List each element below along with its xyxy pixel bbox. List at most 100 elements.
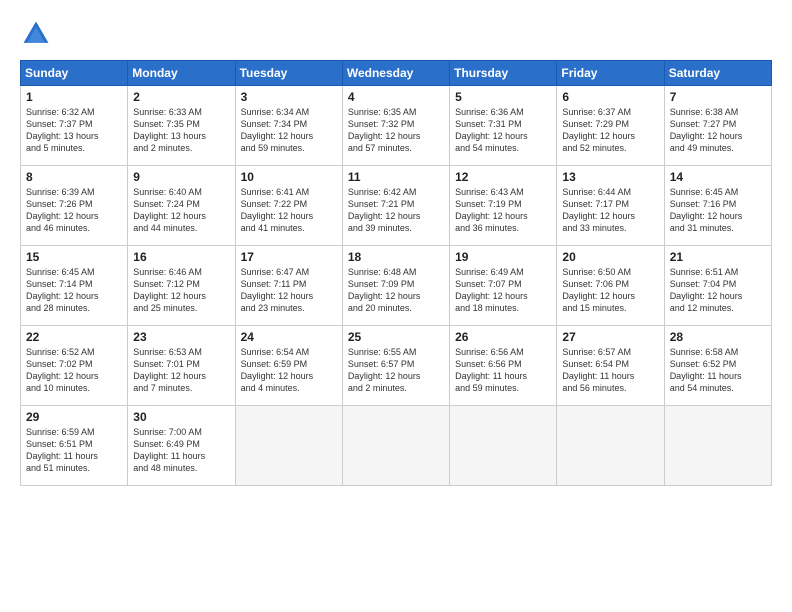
daylight-and: and 49 minutes.: [670, 143, 734, 153]
daylight-label: Daylight: 11 hours: [562, 371, 634, 381]
sunset-label: Sunset: 7:04 PM: [670, 279, 737, 289]
calendar-cell: 20Sunrise: 6:50 AMSunset: 7:06 PMDayligh…: [557, 246, 664, 326]
calendar-cell: [664, 406, 771, 486]
daylight-label: Daylight: 12 hours: [670, 211, 743, 221]
daylight-and: and 52 minutes.: [562, 143, 626, 153]
sunrise-label: Sunrise: 6:39 AM: [26, 187, 95, 197]
day-info: Sunrise: 6:39 AMSunset: 7:26 PMDaylight:…: [26, 186, 122, 235]
calendar-cell: 22Sunrise: 6:52 AMSunset: 7:02 PMDayligh…: [21, 326, 128, 406]
calendar-cell: [450, 406, 557, 486]
day-number: 22: [26, 330, 122, 344]
calendar: SundayMondayTuesdayWednesdayThursdayFrid…: [20, 60, 772, 486]
weekday-header: Thursday: [450, 61, 557, 86]
logo: [20, 18, 56, 50]
day-info: Sunrise: 6:33 AMSunset: 7:35 PMDaylight:…: [133, 106, 229, 155]
sunset-label: Sunset: 6:52 PM: [670, 359, 737, 369]
calendar-cell: 5 Sunrise: 6:36 AMSunset: 7:31 PMDaylight…: [450, 86, 557, 166]
calendar-cell: 29Sunrise: 6:59 AMSunset: 6:51 PMDayligh…: [21, 406, 128, 486]
sunset-label: Sunset: 7:34 PM: [241, 119, 308, 129]
daylight-and: and 57 minutes.: [348, 143, 412, 153]
weekday-header: Tuesday: [235, 61, 342, 86]
sunset-label: Sunset: 7:12 PM: [133, 279, 200, 289]
day-info: Sunrise: 6:50 AMSunset: 7:06 PMDaylight:…: [562, 266, 658, 315]
day-info: Sunrise: 6:49 AMSunset: 7:07 PMDaylight:…: [455, 266, 551, 315]
daylight-and: and 23 minutes.: [241, 303, 305, 313]
daylight-and: and 48 minutes.: [133, 463, 197, 473]
sunset-label: Sunset: 7:29 PM: [562, 119, 629, 129]
day-number: 25: [348, 330, 444, 344]
daylight-and: and 2 minutes.: [348, 383, 407, 393]
calendar-week-row: 22Sunrise: 6:52 AMSunset: 7:02 PMDayligh…: [21, 326, 772, 406]
day-info: Sunrise: 6:42 AMSunset: 7:21 PMDaylight:…: [348, 186, 444, 235]
calendar-cell: 30Sunrise: 7:00 AMSunset: 6:49 PMDayligh…: [128, 406, 235, 486]
day-info: Sunrise: 6:46 AMSunset: 7:12 PMDaylight:…: [133, 266, 229, 315]
daylight-label: Daylight: 12 hours: [26, 211, 99, 221]
daylight-and: and 36 minutes.: [455, 223, 519, 233]
day-info: Sunrise: 6:36 AMSunset: 7:31 PMDaylight:…: [455, 106, 551, 155]
day-number: 24: [241, 330, 337, 344]
daylight-and: and 18 minutes.: [455, 303, 519, 313]
daylight-label: Daylight: 12 hours: [670, 291, 743, 301]
day-number: 9: [133, 170, 229, 184]
day-info: Sunrise: 6:58 AMSunset: 6:52 PMDaylight:…: [670, 346, 766, 395]
sunset-label: Sunset: 7:22 PM: [241, 199, 308, 209]
day-number: 13: [562, 170, 658, 184]
sunset-label: Sunset: 7:02 PM: [26, 359, 93, 369]
sunrise-label: Sunrise: 6:50 AM: [562, 267, 631, 277]
calendar-cell: 16Sunrise: 6:46 AMSunset: 7:12 PMDayligh…: [128, 246, 235, 326]
sunrise-label: Sunrise: 6:41 AM: [241, 187, 310, 197]
day-number: 18: [348, 250, 444, 264]
daylight-and: and 39 minutes.: [348, 223, 412, 233]
sunset-label: Sunset: 7:16 PM: [670, 199, 737, 209]
sunrise-label: Sunrise: 6:55 AM: [348, 347, 417, 357]
day-info: Sunrise: 6:37 AMSunset: 7:29 PMDaylight:…: [562, 106, 658, 155]
calendar-cell: 13Sunrise: 6:44 AMSunset: 7:17 PMDayligh…: [557, 166, 664, 246]
day-number: 10: [241, 170, 337, 184]
calendar-cell: 4Sunrise: 6:35 AMSunset: 7:32 PMDaylight…: [342, 86, 449, 166]
sunrise-label: Sunrise: 6:44 AM: [562, 187, 631, 197]
day-info: Sunrise: 6:55 AMSunset: 6:57 PMDaylight:…: [348, 346, 444, 395]
daylight-and: and 46 minutes.: [26, 223, 90, 233]
sunset-label: Sunset: 6:57 PM: [348, 359, 415, 369]
calendar-cell: 19Sunrise: 6:49 AMSunset: 7:07 PMDayligh…: [450, 246, 557, 326]
sunset-label: Sunset: 6:56 PM: [455, 359, 522, 369]
day-info: Sunrise: 6:40 AMSunset: 7:24 PMDaylight:…: [133, 186, 229, 235]
calendar-week-row: 1Sunrise: 6:32 AMSunset: 7:37 PMDaylight…: [21, 86, 772, 166]
calendar-cell: [557, 406, 664, 486]
sunrise-label: Sunrise: 6:40 AM: [133, 187, 202, 197]
daylight-label: Daylight: 12 hours: [348, 291, 421, 301]
day-number: 28: [670, 330, 766, 344]
sunrise-label: Sunrise: 6:58 AM: [670, 347, 739, 357]
calendar-cell: 15Sunrise: 6:45 AMSunset: 7:14 PMDayligh…: [21, 246, 128, 326]
weekday-header: Monday: [128, 61, 235, 86]
calendar-cell: 7Sunrise: 6:38 AMSunset: 7:27 PMDaylight…: [664, 86, 771, 166]
day-number: 4: [348, 90, 444, 104]
day-number: 26: [455, 330, 551, 344]
daylight-label: Daylight: 13 hours: [26, 131, 99, 141]
day-number: 5: [455, 90, 551, 104]
weekday-header: Wednesday: [342, 61, 449, 86]
daylight-label: Daylight: 12 hours: [455, 131, 528, 141]
calendar-cell: 28Sunrise: 6:58 AMSunset: 6:52 PMDayligh…: [664, 326, 771, 406]
sunrise-label: Sunrise: 6:43 AM: [455, 187, 524, 197]
calendar-cell: 25Sunrise: 6:55 AMSunset: 6:57 PMDayligh…: [342, 326, 449, 406]
weekday-header: Sunday: [21, 61, 128, 86]
daylight-label: Daylight: 12 hours: [241, 211, 314, 221]
day-info: Sunrise: 6:32 AMSunset: 7:37 PMDaylight:…: [26, 106, 122, 155]
calendar-cell: 11Sunrise: 6:42 AMSunset: 7:21 PMDayligh…: [342, 166, 449, 246]
calendar-cell: 2Sunrise: 6:33 AMSunset: 7:35 PMDaylight…: [128, 86, 235, 166]
daylight-and: and 33 minutes.: [562, 223, 626, 233]
header: [20, 18, 772, 50]
daylight-label: Daylight: 12 hours: [26, 371, 99, 381]
day-number: 14: [670, 170, 766, 184]
sunrise-label: Sunrise: 6:36 AM: [455, 107, 524, 117]
daylight-label: Daylight: 12 hours: [133, 211, 206, 221]
daylight-label: Daylight: 12 hours: [562, 211, 635, 221]
daylight-label: Daylight: 12 hours: [133, 291, 206, 301]
day-info: Sunrise: 6:47 AMSunset: 7:11 PMDaylight:…: [241, 266, 337, 315]
sunset-label: Sunset: 7:09 PM: [348, 279, 415, 289]
day-number: 8: [26, 170, 122, 184]
day-number: 15: [26, 250, 122, 264]
sunset-label: Sunset: 6:54 PM: [562, 359, 629, 369]
sunset-label: Sunset: 7:01 PM: [133, 359, 200, 369]
